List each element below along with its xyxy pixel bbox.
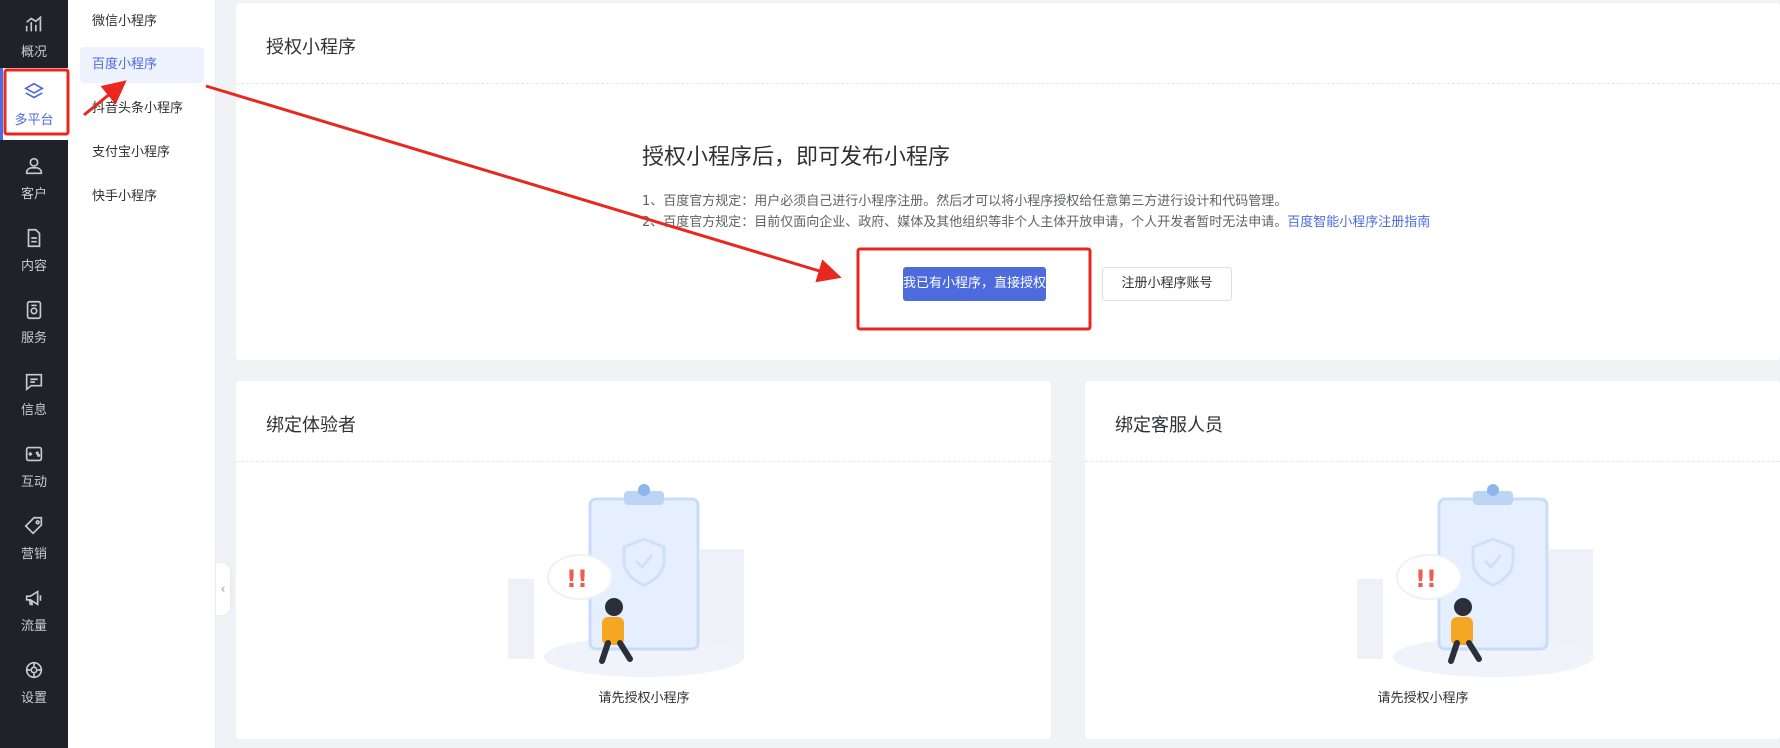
rail-item-marketing[interactable]: 营销 bbox=[0, 502, 68, 574]
main-rail: 概况 多平台 客户 内容 服务 信息 互动 营销 流量 设置 bbox=[0, 0, 68, 748]
rail-item-service[interactable]: 服务 bbox=[0, 286, 68, 358]
bind-tester-card: 绑定体验者 !! 请先授权小程序 bbox=[236, 381, 1051, 739]
rail-item-label: 互动 bbox=[20, 474, 47, 490]
submenu-collapse-handle[interactable]: ‹ bbox=[216, 563, 230, 615]
rail-item-settings[interactable]: 设置 bbox=[0, 646, 68, 718]
card-title: 授权小程序 bbox=[266, 37, 356, 58]
card-title: 绑定客服人员 bbox=[1115, 415, 1223, 436]
authorize-existing-button[interactable]: 我已有小程序，直接授权 bbox=[903, 267, 1046, 301]
submenu-item-wechat[interactable]: 微信小程序 bbox=[80, 4, 204, 40]
auth-rules: 1、百度官方规定：用户必须自己进行小程序注册。然后才可以将小程序授权给任意第三方… bbox=[642, 191, 1430, 233]
service-icon bbox=[26, 300, 42, 319]
auth-headline: 授权小程序后，即可发布小程序 bbox=[641, 145, 950, 170]
submenu-item-kuaishou[interactable]: 快手小程序 bbox=[80, 179, 204, 215]
rail-item-customer[interactable]: 客户 bbox=[0, 142, 68, 214]
divider bbox=[236, 461, 1051, 462]
svg-text:!!: !! bbox=[566, 565, 588, 593]
rail-item-overview[interactable]: 概况 bbox=[0, 0, 68, 72]
chevron-left-icon: ‹ bbox=[220, 582, 226, 596]
rail-item-multiplatform[interactable]: 多平台 bbox=[0, 68, 68, 140]
rail-item-label: 设置 bbox=[20, 690, 47, 706]
rail-item-content[interactable]: 内容 bbox=[0, 214, 68, 286]
baidu-register-guide-link[interactable]: 百度智能小程序注册指南 bbox=[1287, 215, 1430, 230]
submenu-item-baidu[interactable]: 百度小程序 bbox=[80, 47, 204, 83]
divider bbox=[236, 83, 1780, 84]
empty-state-illustration: !! bbox=[508, 484, 744, 677]
submenu-item-alipay[interactable]: 支付宝小程序 bbox=[80, 135, 204, 171]
rail-item-label: 信息 bbox=[20, 402, 47, 418]
empty-state-illustration: !! bbox=[1357, 484, 1593, 677]
platform-submenu: 微信小程序 百度小程序 抖音头条小程序 支付宝小程序 快手小程序 bbox=[68, 0, 216, 748]
gamepad-icon bbox=[25, 446, 43, 461]
empty-state-text: 请先授权小程序 bbox=[598, 691, 690, 706]
rail-item-message[interactable]: 信息 bbox=[0, 358, 68, 430]
rail-item-traffic[interactable]: 流量 bbox=[0, 574, 68, 646]
user-icon bbox=[25, 157, 43, 174]
rail-item-label: 概况 bbox=[20, 44, 47, 60]
chart-icon bbox=[25, 15, 42, 31]
divider bbox=[1085, 461, 1780, 462]
bind-service-card: 绑定客服人员 !! 请先授权小程序 bbox=[1085, 381, 1780, 739]
submenu-item-douyin[interactable]: 抖音头条小程序 bbox=[80, 91, 204, 127]
rail-item-label: 内容 bbox=[20, 258, 47, 274]
rail-item-label: 流量 bbox=[20, 618, 47, 634]
gear-icon bbox=[25, 661, 43, 678]
message-icon bbox=[25, 373, 43, 391]
auth-rule-2: 2、百度官方规定：目前仅面向企业、政府、媒体及其他组织等非个人主体开放申请，个人… bbox=[642, 215, 1431, 230]
megaphone-icon bbox=[25, 589, 42, 606]
tag-icon bbox=[24, 516, 43, 535]
document-icon bbox=[27, 228, 41, 247]
auth-rule-1: 1、百度官方规定：用户必须自己进行小程序注册。然后才可以将小程序授权给任意第三方… bbox=[642, 194, 1288, 209]
rail-item-label: 客户 bbox=[20, 186, 47, 202]
rail-item-label: 服务 bbox=[20, 330, 47, 346]
authorize-card: 授权小程序 授权小程序后，即可发布小程序 1、百度官方规定：用户必须自己进行小程… bbox=[236, 3, 1780, 360]
card-title: 绑定体验者 bbox=[266, 415, 356, 436]
layers-icon bbox=[24, 82, 44, 98]
empty-state-text: 请先授权小程序 bbox=[1377, 691, 1469, 706]
register-account-button[interactable]: 注册小程序账号 bbox=[1102, 267, 1232, 301]
svg-text:!!: !! bbox=[1415, 565, 1437, 593]
rail-item-label: 多平台 bbox=[14, 112, 54, 128]
rail-item-label: 营销 bbox=[20, 546, 47, 562]
rail-item-interaction[interactable]: 互动 bbox=[0, 430, 68, 502]
